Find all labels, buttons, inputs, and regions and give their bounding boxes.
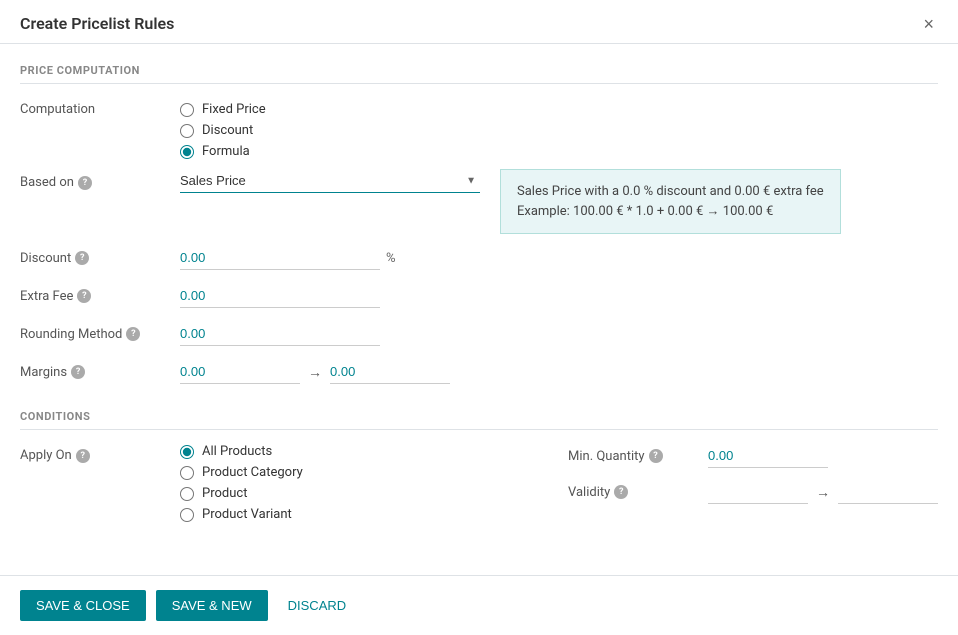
validity-help-icon[interactable]: ?: [614, 485, 628, 499]
based-on-select-wrapper: Sales Price Other Pricelist Purchase Pri…: [180, 169, 480, 193]
min-qty-help-icon[interactable]: ?: [649, 449, 663, 463]
computation-radio-group: Fixed Price Discount Formula: [180, 102, 266, 159]
based-on-select[interactable]: Sales Price Other Pricelist Purchase Pri…: [180, 169, 480, 193]
product-variant-label[interactable]: Product Variant: [202, 507, 292, 522]
discount-row: Discount ? %: [20, 244, 938, 272]
conditions-section: CONDITIONS Apply On ? All Products: [20, 410, 938, 522]
all-products-label[interactable]: All Products: [202, 444, 272, 459]
apply-on-radio-group: All Products Product Category Product: [180, 444, 548, 522]
product-option[interactable]: Product: [180, 486, 548, 501]
fixed-price-option[interactable]: Fixed Price: [180, 102, 266, 117]
product-radio[interactable]: [180, 487, 194, 501]
rounding-input[interactable]: [180, 322, 380, 346]
product-variant-option[interactable]: Product Variant: [180, 507, 548, 522]
rounding-method-label: Rounding Method ?: [20, 327, 180, 342]
based-on-label: Based on ?: [20, 169, 180, 190]
validity-row: Validity ? →: [568, 480, 938, 504]
rounding-method-row: Rounding Method ?: [20, 320, 938, 348]
margins-to-input[interactable]: [330, 360, 450, 384]
computation-label: Computation: [20, 102, 180, 117]
rounding-help-icon[interactable]: ?: [126, 327, 140, 341]
discount-help-icon[interactable]: ?: [75, 251, 89, 265]
discount-option[interactable]: Discount: [180, 123, 266, 138]
min-quantity-label: Min. Quantity ?: [568, 449, 708, 464]
discount-control: %: [180, 246, 938, 270]
margins-inputs: →: [180, 360, 450, 384]
computation-row: Computation Fixed Price Discount: [20, 98, 938, 159]
apply-on-right: Min. Quantity ? Validity ?: [548, 444, 938, 522]
price-computation-section: PRICE COMPUTATION Computation Fixed Pric…: [20, 64, 938, 386]
based-on-row: Based on ? Sales Price Other Pricelist P…: [20, 169, 938, 234]
apply-on-label: Apply On ?: [20, 444, 180, 463]
info-line1: Sales Price with a 0.0 % discount and 0.…: [517, 182, 824, 202]
discount-field-label: Discount ?: [20, 251, 180, 266]
validity-from-input[interactable]: [708, 480, 808, 504]
fixed-price-radio[interactable]: [180, 103, 194, 117]
margins-control: →: [180, 360, 938, 384]
discount-label-radio[interactable]: Discount: [202, 123, 253, 138]
rounding-control: [180, 322, 938, 346]
discount-input[interactable]: [180, 246, 380, 270]
save-new-button[interactable]: SAVE & NEW: [156, 590, 268, 621]
price-computation-title: PRICE COMPUTATION: [20, 64, 938, 84]
min-quantity-row: Min. Quantity ?: [568, 444, 938, 468]
product-variant-radio[interactable]: [180, 508, 194, 522]
info-line2: Example: 100.00 € * 1.0 + 0.00 € → 100.0…: [517, 202, 824, 222]
based-on-help-icon[interactable]: ?: [78, 176, 92, 190]
apply-on-left: All Products Product Category Product: [180, 444, 548, 522]
formula-radio[interactable]: [180, 145, 194, 159]
formula-label[interactable]: Formula: [202, 144, 250, 159]
margins-label: Margins ?: [20, 365, 180, 380]
min-quantity-input[interactable]: [708, 444, 828, 468]
conditions-title: CONDITIONS: [20, 410, 938, 430]
extra-fee-row: Extra Fee ?: [20, 282, 938, 310]
apply-on-grid: All Products Product Category Product: [180, 444, 938, 522]
all-products-radio[interactable]: [180, 445, 194, 459]
product-category-option[interactable]: Product Category: [180, 465, 548, 480]
discount-suffix: %: [386, 251, 396, 266]
all-products-option[interactable]: All Products: [180, 444, 548, 459]
create-pricelist-dialog: Create Pricelist Rules × PRICE COMPUTATI…: [0, 0, 958, 635]
validity-label: Validity ?: [568, 485, 708, 500]
based-on-control: Sales Price Other Pricelist Purchase Pri…: [180, 169, 938, 234]
discount-radio[interactable]: [180, 124, 194, 138]
extra-fee-input[interactable]: [180, 284, 380, 308]
dialog-header: Create Pricelist Rules ×: [0, 0, 958, 44]
extra-fee-help-icon[interactable]: ?: [77, 289, 91, 303]
fixed-price-label[interactable]: Fixed Price: [202, 102, 266, 117]
discard-button[interactable]: DISCARD: [278, 590, 357, 621]
dialog-body: PRICE COMPUTATION Computation Fixed Pric…: [0, 44, 958, 575]
apply-on-control: All Products Product Category Product: [180, 444, 938, 522]
extra-fee-label: Extra Fee ?: [20, 289, 180, 304]
computation-options: Fixed Price Discount Formula: [180, 102, 938, 159]
extra-fee-control: [180, 284, 938, 308]
validity-arrow-icon: →: [816, 484, 830, 501]
apply-on-help-icon[interactable]: ?: [76, 449, 90, 463]
margins-row: Margins ? →: [20, 358, 938, 386]
dialog-title: Create Pricelist Rules: [20, 14, 174, 33]
close-button[interactable]: ×: [919, 15, 938, 33]
product-category-label[interactable]: Product Category: [202, 465, 303, 480]
product-category-radio[interactable]: [180, 466, 194, 480]
product-label[interactable]: Product: [202, 486, 247, 501]
dialog-footer: SAVE & CLOSE SAVE & NEW DISCARD: [0, 575, 958, 635]
apply-on-row: Apply On ? All Products: [20, 444, 938, 522]
formula-option[interactable]: Formula: [180, 144, 266, 159]
validity-to-input[interactable]: [838, 480, 938, 504]
margins-arrow-icon: →: [308, 364, 322, 381]
margins-from-input[interactable]: [180, 360, 300, 384]
save-close-button[interactable]: SAVE & CLOSE: [20, 590, 146, 621]
margins-help-icon[interactable]: ?: [71, 365, 85, 379]
formula-info-box: Sales Price with a 0.0 % discount and 0.…: [500, 169, 841, 234]
